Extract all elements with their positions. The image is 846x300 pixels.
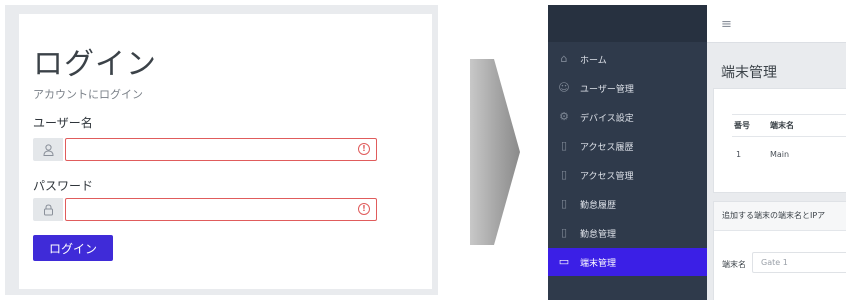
sidebar-item-label: 勤怠管理 [580, 229, 617, 240]
terminal-name-label: 端末名 [722, 260, 746, 269]
terminal-table-card: 番号 端末名 端 1 Main : [713, 88, 846, 193]
book-icon: ▯ [560, 139, 568, 152]
sidebar-item-access-history[interactable]: ▯ アクセス履歴 [548, 132, 707, 160]
password-row: ! [33, 198, 377, 221]
arrow-right-icon [470, 59, 520, 245]
sidebar-item-users[interactable]: ☺ ユーザー管理 [548, 74, 707, 102]
monitor-icon: ▭ [558, 255, 570, 268]
page-title: 端末管理 [721, 65, 777, 81]
gear-icon: ⚙ [559, 110, 569, 123]
terminal-name-input[interactable]: Gate 1 [752, 252, 846, 273]
sidebar-item-label: 端末管理 [580, 258, 617, 269]
login-button[interactable]: ログイン [33, 235, 113, 261]
error-icon: ! [358, 203, 370, 215]
username-input[interactable] [65, 138, 377, 161]
home-icon: ⌂ [560, 52, 568, 65]
sidebar-item-home[interactable]: ⌂ ホーム [548, 45, 707, 73]
add-terminal-card-header: 追加する端末の端末名とIPア [714, 202, 846, 231]
password-input[interactable] [65, 198, 377, 221]
main-content: ≡ 端末管理 番号 端末名 端 1 Main : 追加する端末の端末名とIPア … [707, 5, 846, 300]
sidebar-item-attendance-management[interactable]: ▯ 勤怠管理 [548, 219, 707, 247]
error-icon: ! [358, 143, 370, 155]
username-row: ! [33, 138, 377, 161]
sidebar-item-label: ユーザー管理 [580, 84, 634, 95]
table-divider [732, 114, 846, 115]
sidebar-item-device-settings[interactable]: ⚙ デバイス設定 [548, 103, 707, 131]
table-cell-number: 1 [736, 150, 742, 159]
sidebar-item-label: アクセス履歴 [580, 142, 634, 153]
username-label: ユーザー名 [33, 116, 93, 130]
sidebar-item-attendance-history[interactable]: ▯ 勤怠履歴 [548, 190, 707, 218]
admin-screenshot: ⌂ ホーム ☺ ユーザー管理 ⚙ デバイス設定 ▯ アクセス履歴 ▯ アクセス管… [548, 5, 846, 300]
user-icon: ☺ [558, 81, 570, 94]
sidebar-item-access-management[interactable]: ▯ アクセス管理 [548, 161, 707, 189]
book-icon: ▯ [560, 226, 568, 239]
user-icon [33, 138, 63, 161]
table-header-number: 番号 [734, 121, 750, 130]
sidebar-item-label: ホーム [580, 55, 607, 66]
table-header-name: 端末名 [770, 121, 794, 130]
sidebar-item-label: アクセス管理 [580, 171, 634, 182]
table-divider [732, 136, 846, 137]
book-icon: ▯ [560, 168, 568, 181]
sidebar-item-label: 勤怠履歴 [580, 200, 617, 211]
book-icon: ▯ [560, 197, 568, 210]
login-subtitle: アカウントにログイン [33, 88, 143, 101]
menu-icon[interactable]: ≡ [721, 17, 732, 32]
table-cell-name: Main [770, 150, 790, 159]
sidebar-item-terminal-management[interactable]: ▭ 端末管理 [548, 248, 707, 276]
lock-icon [33, 198, 63, 221]
add-terminal-card: 追加する端末の端末名とIPア 端末名 Gate 1 [713, 201, 846, 300]
add-terminal-heading: 追加する端末の端末名とIPア [722, 211, 826, 220]
sidebar-item-label: デバイス設定 [580, 113, 634, 124]
sidebar: ⌂ ホーム ☺ ユーザー管理 ⚙ デバイス設定 ▯ アクセス履歴 ▯ アクセス管… [548, 5, 707, 300]
login-title: ログイン [33, 47, 157, 82]
password-label: パスワード [33, 179, 94, 193]
top-bar: ≡ [707, 5, 846, 43]
sidebar-header [548, 5, 707, 42]
